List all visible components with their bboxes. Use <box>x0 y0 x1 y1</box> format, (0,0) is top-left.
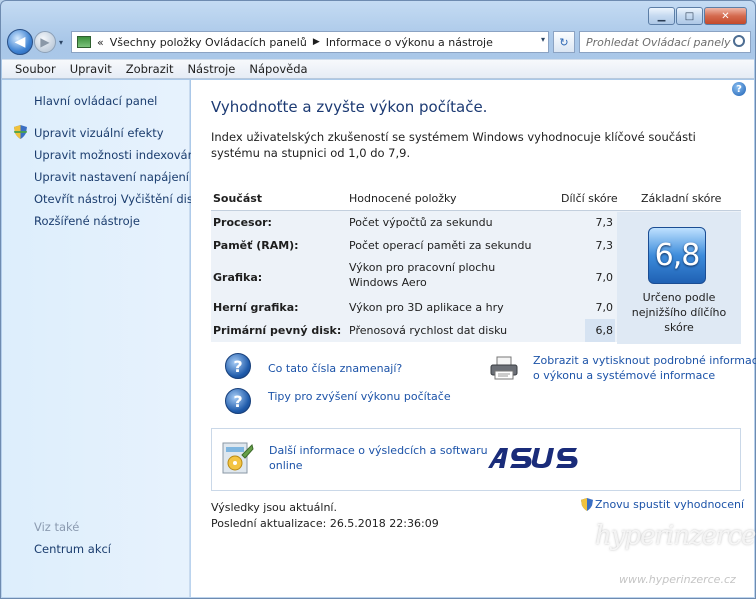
address-prefix[interactable]: « <box>97 36 104 49</box>
print-details-link[interactable]: Zobrazit a vytisknout podrobné informace <box>533 354 756 367</box>
sidebar-action-center-link[interactable]: Centrum akcí <box>34 542 111 556</box>
rerun-assessment-link[interactable]: Znovu spustit vyhodnocení <box>580 498 744 511</box>
address-bar[interactable]: « Všechny položky Ovládacích panelů ▶ In… <box>71 31 549 53</box>
status-text: Výsledky jsou aktuální. Poslední aktuali… <box>211 500 439 532</box>
row-subscore: 7,3 <box>595 239 614 252</box>
row-component: Procesor: <box>213 216 272 229</box>
header-base: Základní skóre <box>641 192 722 205</box>
sidebar-power-link[interactable]: Upravit nastavení napájení <box>34 170 189 184</box>
base-score-badge: 6,8 <box>648 227 706 284</box>
row-component: Grafika: <box>213 271 263 284</box>
tips-link[interactable]: Tipy pro zvýšení výkonu počítače <box>268 390 451 403</box>
header-rated: Hodnocené položky <box>349 192 457 205</box>
question-icon: ? <box>225 388 251 414</box>
row-subscore: 7,0 <box>595 301 614 314</box>
online-info-box: Další informace o výsledcích a softwaru … <box>211 428 741 491</box>
search-icon[interactable] <box>733 35 745 47</box>
page-description: Index uživatelských zkušeností se systém… <box>211 130 696 160</box>
page-title: Vyhodnoťte a zvyšte výkon počítače. <box>211 98 488 116</box>
row-rated: Výkon pro 3D aplikace a hry <box>349 301 504 314</box>
close-button[interactable]: ✕ <box>704 7 747 25</box>
breadcrumb-separator[interactable]: ▶ <box>313 37 320 47</box>
see-also-heading: Viz také <box>34 520 80 534</box>
uac-shield-icon <box>580 498 593 511</box>
watermark-brand: hyperinzerce <box>595 521 756 551</box>
search-placeholder: Prohledat Ovládací panely <box>586 35 731 49</box>
question-icon: ? <box>225 353 251 379</box>
menu-edit[interactable]: Upravit <box>65 61 117 77</box>
refresh-button[interactable]: ↻ <box>553 31 575 53</box>
sidebar-advanced-tools-link[interactable]: Rozšířené nástroje <box>34 214 140 228</box>
control-panel-icon <box>77 36 91 48</box>
row-rated: Přenosová rychlost dat disku <box>349 324 508 337</box>
row-component: Herní grafika: <box>213 301 299 314</box>
recent-pages-dropdown[interactable]: ▾ <box>59 38 63 47</box>
caption-buttons: ▁ □ ✕ <box>648 7 747 25</box>
control-panel-window: ▁ □ ✕ ◀ ▶ ▾ « Všechny položky Ovládacích… <box>0 0 756 599</box>
menu-help[interactable]: Nápověda <box>244 61 312 77</box>
printer-icon <box>490 356 518 380</box>
breadcrumb-performance[interactable]: Informace o výkonu a nástroje <box>326 36 493 49</box>
sidebar-indexing-link[interactable]: Upravit možnosti indexování <box>34 148 198 162</box>
software-tools-icon <box>222 442 254 474</box>
row-rated: Počet operací paměti za sekundu <box>349 239 532 252</box>
status-last-update: Poslední aktualizace: 26.5.2018 22:36:09 <box>211 517 439 530</box>
address-dropdown-icon[interactable]: ▾ <box>541 35 545 44</box>
uac-shield-icon <box>14 125 27 139</box>
row-rated: Počet výpočtů za sekundu <box>349 216 493 229</box>
online-info-link-line2[interactable]: online <box>269 459 303 472</box>
meaning-link[interactable]: Co tato čísla znamenají? <box>268 362 402 375</box>
status-current: Výsledky jsou aktuální. <box>211 501 337 514</box>
main-content: ? Vyhodnoťte a zvyšte výkon počítače. In… <box>191 80 756 597</box>
row-component: Paměť (RAM): <box>213 239 299 252</box>
navigation-bar: ◀ ▶ ▾ « Všechny položky Ovládacích panel… <box>7 29 751 55</box>
row-component: Primární pevný disk: <box>213 324 342 337</box>
menu-tools[interactable]: Nástroje <box>182 61 240 77</box>
sidebar-home-link[interactable]: Hlavní ovládací panel <box>34 94 157 108</box>
header-component: Součást <box>213 192 263 205</box>
sidebar-visual-effects-link[interactable]: Upravit vizuální efekty <box>34 126 164 140</box>
print-details-link-line2[interactable]: o výkonu a systémové informace <box>533 369 715 382</box>
back-button[interactable]: ◀ <box>7 29 33 55</box>
menu-file[interactable]: Soubor <box>10 61 61 77</box>
table-header: Součást Hodnocené položky Dílčí skóre Zá… <box>211 190 741 211</box>
menu-view[interactable]: Zobrazit <box>121 61 179 77</box>
header-subscore: Dílčí skóre <box>561 192 618 205</box>
row-rated: Výkon pro pracovní plochu Windows Aero <box>349 261 496 289</box>
rerun-assessment-label[interactable]: Znovu spustit vyhodnocení <box>595 498 744 511</box>
performance-table: Součást Hodnocené položky Dílčí skóre Zá… <box>211 190 741 344</box>
sidebar-disk-cleanup-link[interactable]: Otevřít nástroj Vyčištění disku <box>34 192 206 206</box>
minimize-button[interactable]: ▁ <box>648 7 675 25</box>
forward-button[interactable]: ▶ <box>34 31 56 53</box>
menu-bar: Soubor Upravit Zobrazit Nástroje Nápověd… <box>2 59 754 79</box>
sidebar: Hlavní ovládací panel Upravit vizuální e… <box>2 80 206 597</box>
base-score-caption: Určeno podle nejnižšího dílčího skóre <box>631 291 727 334</box>
help-icon[interactable]: ? <box>732 82 746 96</box>
row-subscore: 6,8 <box>595 324 614 337</box>
online-info-link[interactable]: Další informace o výsledcích a softwaru <box>269 444 488 457</box>
maximize-button[interactable]: □ <box>676 7 703 25</box>
search-input[interactable]: Prohledat Ovládací panely <box>579 31 751 53</box>
breadcrumb-all-items[interactable]: Všechny položky Ovládacích panelů <box>110 36 307 49</box>
row-subscore: 7,3 <box>595 216 614 229</box>
row-subscore: 7,0 <box>595 271 614 284</box>
watermark-url: www.hyperinzerce.cz <box>619 573 736 586</box>
base-score-panel: 6,8 Určeno podle nejnižšího dílčího skór… <box>617 212 741 344</box>
asus-logo <box>488 448 578 468</box>
